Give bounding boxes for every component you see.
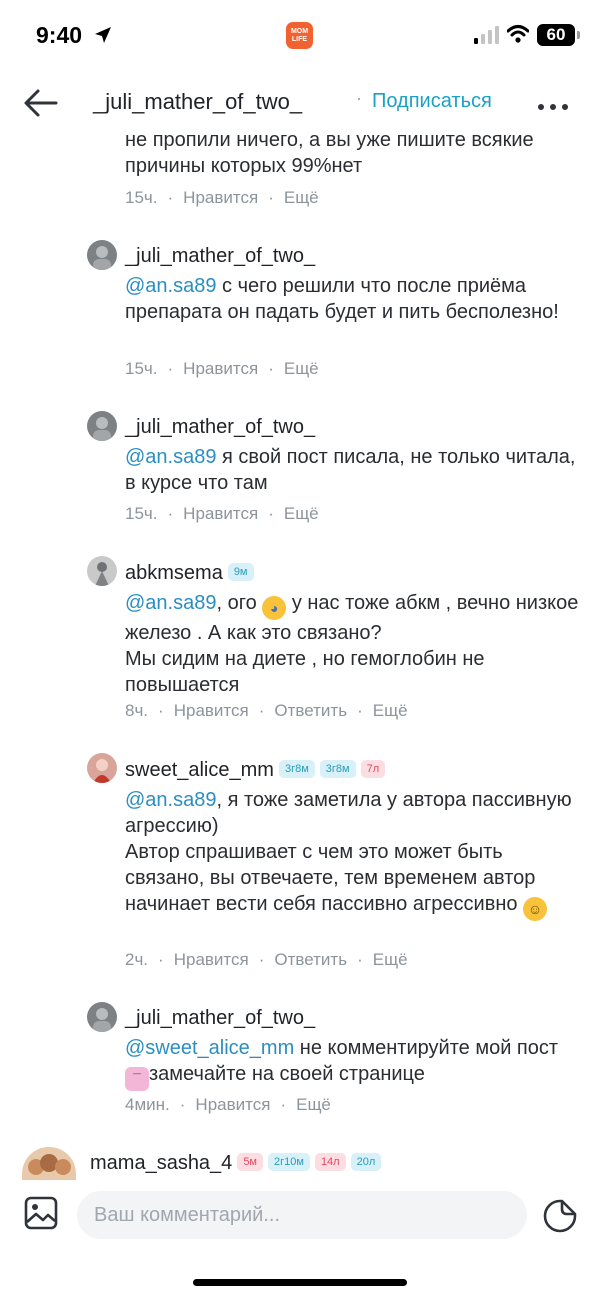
wifi-icon	[507, 25, 529, 43]
reply-button[interactable]: Ответить	[274, 701, 347, 720]
comment-username[interactable]: mama_sasha_4 5м 2г10м 14л 20л	[90, 1152, 382, 1175]
like-button[interactable]: Нравится	[183, 188, 258, 207]
mention-link[interactable]: @sweet_alice_mm	[125, 1037, 294, 1059]
comment-meta: 4мин. · Нравится · Ещё	[125, 1095, 331, 1114]
comment-text: @an.sa89, я тоже заметила у автора пасси…	[125, 787, 585, 921]
status-time: 9:40	[36, 22, 83, 48]
comment-username[interactable]: _juli_mather_of_two_	[125, 1007, 315, 1030]
comment-time: 2ч.	[125, 950, 149, 969]
rofl-face-icon: ☺	[523, 897, 548, 921]
sticker-icon[interactable]	[543, 1199, 577, 1233]
comment-time: 15ч.	[125, 188, 158, 207]
comment-text: не пропили ничего, а вы уже пишите всяки…	[125, 129, 534, 177]
like-button[interactable]: Нравится	[195, 1095, 270, 1114]
header-separator: ·	[356, 88, 362, 108]
battery-indicator: 60	[537, 24, 580, 46]
mention-link[interactable]: @an.sa89	[125, 446, 216, 468]
comment-username[interactable]: _juli_mather_of_two_	[125, 416, 315, 439]
like-button[interactable]: Нравится	[183, 504, 258, 523]
more-button[interactable]: Ещё	[284, 359, 319, 378]
more-button[interactable]: Ещё	[296, 1095, 331, 1114]
status-bar: 9:40 MOM LIFE 60	[0, 0, 600, 72]
header-username[interactable]: _juli_mather_of_two_	[93, 89, 302, 115]
more-button[interactable]: Ещё	[284, 504, 319, 523]
comment-meta: 15ч. · Нравится · Ещё	[125, 359, 319, 378]
comment-meta: 8ч. · Нравится · Ответить · Ещё	[125, 701, 408, 720]
comment-text: @an.sa89, ого ◕ у нас тоже абкм , вечно …	[125, 592, 579, 696]
child-age-badge: 7л	[360, 759, 386, 778]
comment-text: @an.sa89 я свой пост писала, не только ч…	[125, 446, 576, 494]
fearful-face-icon: ◕	[262, 596, 287, 620]
comment-meta: 15ч. · Нравится · Ещё	[125, 188, 319, 207]
subscribe-button[interactable]: Подписаться	[372, 90, 492, 113]
person-shrugging-icon: ¯	[125, 1067, 149, 1091]
image-icon[interactable]	[24, 1196, 58, 1230]
child-age-badge: 3г8м	[278, 759, 315, 778]
like-button[interactable]: Нравится	[174, 950, 249, 969]
comment-username[interactable]: _juli_mather_of_two_	[125, 245, 315, 268]
avatar[interactable]	[87, 411, 117, 441]
child-age-badge: 2г10м	[268, 1152, 310, 1171]
avatar[interactable]	[87, 1002, 117, 1032]
child-age-badge: 20л	[350, 1152, 382, 1171]
child-age-badge: 3г8м	[319, 759, 356, 778]
more-button[interactable]: Ещё	[373, 950, 408, 969]
comment-time: 15ч.	[125, 504, 158, 523]
like-button[interactable]: Нравится	[183, 359, 258, 378]
reply-button[interactable]: Ответить	[274, 950, 347, 969]
home-indicator	[193, 1279, 407, 1286]
child-age-badge: 9м	[227, 562, 254, 581]
comment-meta: 2ч. · Нравится · Ответить · Ещё	[125, 950, 408, 969]
more-icon[interactable]	[538, 97, 574, 110]
more-button[interactable]: Ещё	[373, 701, 408, 720]
more-button[interactable]: Ещё	[284, 188, 319, 207]
like-button[interactable]: Нравится	[174, 701, 249, 720]
avatar[interactable]	[87, 753, 117, 783]
comment-meta: 15ч. · Нравится · Ещё	[125, 504, 319, 523]
comment-text: @an.sa89 с чего решили что после приёма …	[125, 275, 559, 323]
child-age-badge: 14л	[314, 1152, 346, 1171]
signal-icon	[474, 26, 499, 44]
comment-time: 4мин.	[125, 1095, 170, 1114]
mention-link[interactable]: @an.sa89	[125, 275, 216, 297]
location-arrow-icon	[95, 27, 111, 43]
mention-link[interactable]: @an.sa89	[125, 592, 216, 614]
comment-input[interactable]	[77, 1191, 527, 1239]
child-age-badge: 5м	[237, 1152, 263, 1171]
app-badge: MOM LIFE	[286, 22, 313, 49]
comment-username[interactable]: abkmsema 9м	[125, 562, 254, 585]
comment-text: @sweet_alice_mm не комментируйте мой пос…	[125, 1035, 585, 1091]
avatar[interactable]	[22, 1147, 76, 1181]
comment-time: 8ч.	[125, 701, 149, 720]
back-arrow-icon[interactable]	[22, 86, 60, 120]
avatar[interactable]	[87, 556, 117, 586]
mention-link[interactable]: @an.sa89	[125, 789, 216, 811]
avatar[interactable]	[87, 240, 117, 270]
comment-username[interactable]: sweet_alice_mm 3г8м 3г8м 7л	[125, 759, 386, 782]
comment-time: 15ч.	[125, 359, 158, 378]
header: _juli_mather_of_two_ · Подписаться	[0, 72, 600, 132]
